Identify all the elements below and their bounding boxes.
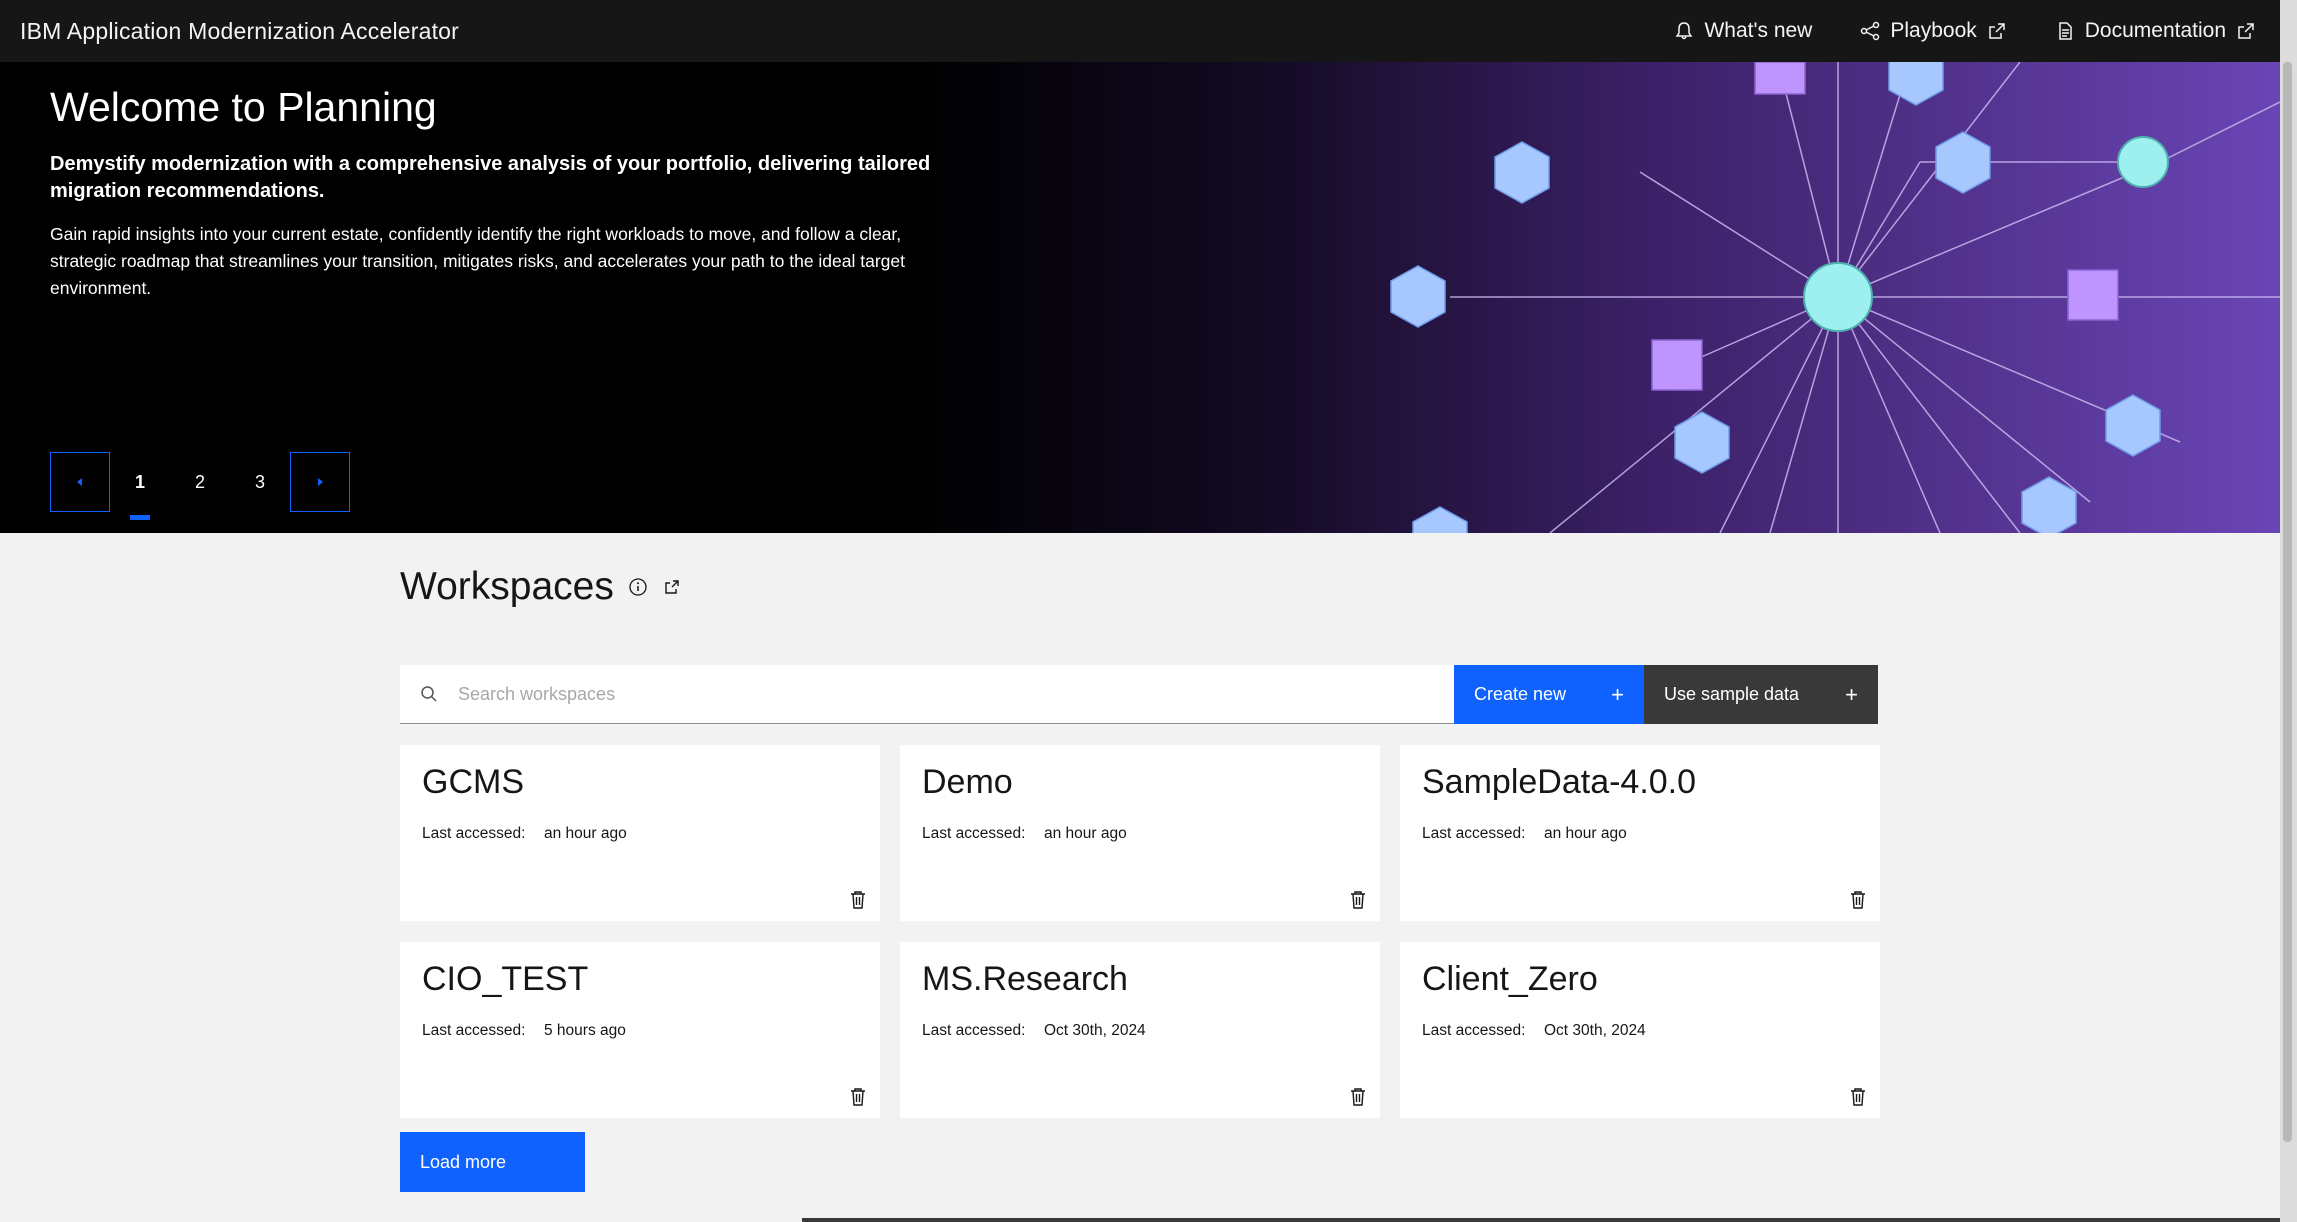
- last-accessed-value: 5 hours ago: [544, 1022, 626, 1039]
- last-accessed-value: an hour ago: [544, 825, 627, 842]
- documentation-label: Documentation: [2084, 19, 2226, 42]
- search-input[interactable]: [458, 683, 1358, 705]
- page-3-button[interactable]: 3: [230, 452, 290, 512]
- launch-icon[interactable]: [662, 577, 682, 597]
- workspace-card[interactable]: CIO_TEST Last accessed: 5 hours ago: [400, 942, 880, 1118]
- last-accessed: Last accessed: an hour ago: [1422, 825, 1627, 843]
- workspaces-toolbar: Create new + Use sample data +: [400, 665, 1878, 724]
- caret-left-icon: [77, 478, 82, 486]
- info-icon[interactable]: [628, 577, 648, 597]
- trash-icon[interactable]: [1849, 890, 1867, 910]
- page-1-button[interactable]: 1: [110, 452, 170, 520]
- page-2-button[interactable]: 2: [170, 452, 230, 512]
- flow-icon: [1861, 21, 1880, 41]
- create-new-label: Create new: [1474, 684, 1567, 704]
- last-accessed-value: Oct 30th, 2024: [1044, 1022, 1146, 1039]
- whats-new-link[interactable]: What's new: [1650, 0, 1836, 62]
- workspace-card[interactable]: GCMS Last accessed: an hour ago: [400, 745, 880, 921]
- load-more-button[interactable]: Load more: [400, 1132, 585, 1192]
- workspaces-header: Workspaces: [400, 565, 682, 609]
- workspace-name: Demo: [922, 763, 1013, 801]
- whats-new-label: What's new: [1704, 19, 1813, 42]
- last-accessed-label: Last accessed:: [1422, 1022, 1526, 1039]
- add-icon: +: [1845, 681, 1858, 707]
- next-slide-button[interactable]: [290, 452, 350, 512]
- last-accessed: Last accessed: an hour ago: [422, 825, 627, 843]
- hero-body: Gain rapid insights into your current es…: [50, 224, 906, 298]
- workspace-name: SampleData-4.0.0: [1422, 763, 1697, 801]
- workspace-card[interactable]: Client_Zero Last accessed: Oct 30th, 2024: [1400, 942, 1880, 1118]
- divider: [802, 1218, 2280, 1222]
- trash-icon[interactable]: [849, 1087, 867, 1107]
- header-nav: What's new Playbook Documentation: [1650, 0, 2280, 62]
- trash-icon[interactable]: [1349, 890, 1367, 910]
- create-new-button[interactable]: Create new +: [1454, 665, 1644, 724]
- use-sample-data-label: Use sample data: [1664, 684, 1800, 704]
- workspaces-title: Workspaces: [400, 565, 614, 608]
- use-sample-data-button[interactable]: Use sample data +: [1644, 665, 1878, 724]
- caret-right-icon: [318, 478, 323, 486]
- workspace-card[interactable]: SampleData-4.0.0 Last accessed: an hour a…: [1400, 745, 1880, 921]
- hero-text: Welcome to Planning Demystify modernizat…: [50, 84, 950, 302]
- workspace-name: GCMS: [422, 763, 524, 801]
- workspace-name: MS.Research: [922, 960, 1128, 998]
- last-accessed-label: Last accessed:: [1422, 825, 1526, 842]
- external-link-icon: [2238, 23, 2254, 39]
- last-accessed-label: Last accessed:: [922, 825, 1026, 842]
- playbook-label: Playbook: [1890, 19, 1977, 42]
- document-icon: [2059, 22, 2072, 40]
- hero-subtitle: Demystify modernization with a comprehen…: [50, 153, 931, 202]
- search-icon: [421, 686, 437, 702]
- last-accessed-label: Last accessed:: [422, 1022, 526, 1039]
- last-accessed: Last accessed: Oct 30th, 2024: [1422, 1022, 1646, 1040]
- hero-carousel: Welcome to Planning Demystify modernizat…: [0, 62, 2280, 533]
- previous-slide-button[interactable]: [50, 452, 110, 512]
- external-link-icon: [1989, 23, 2005, 39]
- bell-icon: [1676, 22, 1693, 40]
- network-illustration: [1390, 62, 2280, 533]
- workspace-name: CIO_TEST: [422, 960, 589, 998]
- search-box: [400, 665, 1454, 724]
- scrollbar-thumb[interactable]: [2283, 62, 2292, 1142]
- page: IBM Application Modernization Accelerato…: [0, 0, 2280, 1222]
- last-accessed-label: Last accessed:: [922, 1022, 1026, 1039]
- hero-title: Welcome to Planning: [50, 84, 437, 130]
- workspace-card[interactable]: MS.Research Last accessed: Oct 30th, 2024: [900, 942, 1380, 1118]
- trash-icon[interactable]: [1849, 1087, 1867, 1107]
- last-accessed-value: an hour ago: [1544, 825, 1627, 842]
- last-accessed-label: Last accessed:: [422, 825, 526, 842]
- documentation-link[interactable]: Documentation: [2031, 0, 2280, 62]
- add-icon: +: [1611, 681, 1624, 707]
- trash-icon[interactable]: [1349, 1087, 1367, 1107]
- carousel-pager: 1 2 3: [50, 452, 350, 520]
- playbook-link[interactable]: Playbook: [1836, 0, 2030, 62]
- last-accessed: Last accessed: Oct 30th, 2024: [922, 1022, 1146, 1040]
- last-accessed: Last accessed: 5 hours ago: [422, 1022, 626, 1040]
- workspace-name: Client_Zero: [1422, 960, 1598, 998]
- top-header: IBM Application Modernization Accelerato…: [0, 0, 2280, 62]
- last-accessed-value: an hour ago: [1044, 825, 1127, 842]
- trash-icon[interactable]: [849, 890, 867, 910]
- workspace-card[interactable]: Demo Last accessed: an hour ago: [900, 745, 1380, 921]
- app-title[interactable]: IBM Application Modernization Accelerato…: [20, 18, 459, 45]
- last-accessed-value: Oct 30th, 2024: [1544, 1022, 1646, 1039]
- last-accessed: Last accessed: an hour ago: [922, 825, 1127, 843]
